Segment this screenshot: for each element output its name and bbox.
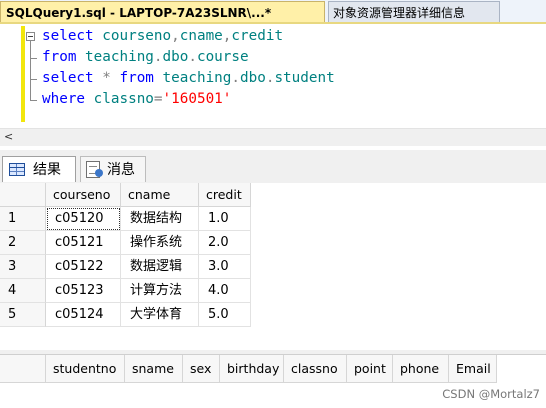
table-cell[interactable]: c05123 <box>46 279 121 303</box>
table-cell[interactable]: c05124 <box>46 303 121 327</box>
code-token: teaching <box>85 49 154 65</box>
code-token: student <box>274 70 335 86</box>
code-token: . <box>231 70 241 86</box>
outline-tick <box>30 100 37 101</box>
tab-messages-label: 消息 <box>107 162 135 178</box>
code-token: classno <box>93 91 154 107</box>
row-header[interactable]: 1 <box>0 207 46 231</box>
code-token: teaching <box>162 70 232 86</box>
table-cell[interactable]: 操作系统 <box>121 231 199 255</box>
column-header-sname[interactable]: sname <box>125 355 183 383</box>
results-grid-icon <box>9 163 25 176</box>
column-header-birthday[interactable]: birthday <box>220 355 284 383</box>
outline-tick <box>30 58 37 59</box>
document-tab-strip: SQLQuery1.sql - LAPTOP-7A23SLNR\...* 对象资… <box>0 0 546 24</box>
column-header-classno[interactable]: classno <box>284 355 347 383</box>
code-token: = <box>153 91 163 107</box>
table-cell[interactable]: 1.0 <box>199 207 251 231</box>
column-header-sex[interactable]: sex <box>183 355 220 383</box>
row-header[interactable]: 3 <box>0 255 46 279</box>
code-line[interactable]: select * from teaching.dbo.student <box>42 68 335 89</box>
column-header-cname[interactable]: cname <box>121 183 199 207</box>
row-header[interactable]: 4 <box>0 279 46 303</box>
collapse-icon[interactable] <box>26 32 35 41</box>
table-cell[interactable]: 计算方法 <box>121 279 199 303</box>
code-token: dbo <box>162 49 189 65</box>
code-token: * <box>102 70 120 86</box>
code-token: where <box>42 91 94 107</box>
code-token: '160501' <box>162 91 232 107</box>
column-header-point[interactable]: point <box>347 355 393 383</box>
code-token: dbo <box>240 70 266 86</box>
results-grid-1[interactable]: courseno cname credit 1 c05120 数据结构 1.0 … <box>0 183 546 350</box>
grid-corner[interactable] <box>0 183 46 207</box>
messages-info-icon <box>95 169 103 177</box>
code-token: credit <box>231 28 284 44</box>
code-line[interactable]: select courseno,cname,credit <box>42 26 283 47</box>
editor-horizontal-scrollbar[interactable]: < <box>0 128 546 146</box>
code-line[interactable]: where classno='160501' <box>42 89 231 110</box>
code-token: course <box>196 49 249 65</box>
table-cell[interactable]: 数据结构 <box>121 207 199 231</box>
tab-sqlquery1[interactable]: SQLQuery1.sql - LAPTOP-7A23SLNR\...* <box>0 1 325 23</box>
column-header-email[interactable]: Email <box>449 355 497 383</box>
table-cell[interactable]: 5.0 <box>199 303 251 327</box>
code-token: , <box>171 28 180 44</box>
row-header[interactable]: 5 <box>0 303 46 327</box>
scroll-left-arrow[interactable]: < <box>4 130 13 143</box>
table-cell[interactable]: 数据逻辑 <box>121 255 199 279</box>
watermark: CSDN @Mortalz7 <box>442 387 540 401</box>
outline-line <box>30 41 31 101</box>
tab-object-explorer-details[interactable]: 对象资源管理器详细信息 <box>328 1 500 23</box>
code-line[interactable]: from teaching.dbo.course <box>42 47 249 68</box>
table-cell[interactable]: c05122 <box>46 255 121 279</box>
column-header-courseno[interactable]: courseno <box>46 183 121 207</box>
outline-tick <box>30 79 37 80</box>
table-cell[interactable]: 大学体育 <box>121 303 199 327</box>
column-header-phone[interactable]: phone <box>393 355 449 383</box>
code-token: . <box>153 49 163 65</box>
table-cell[interactable]: 2.0 <box>199 231 251 255</box>
tab-results[interactable]: 结果 <box>2 156 76 182</box>
column-header-credit[interactable]: credit <box>199 183 251 207</box>
code-token: from <box>42 49 86 65</box>
code-token: cname <box>179 28 223 44</box>
code-token: select <box>42 28 103 44</box>
grid-corner[interactable] <box>0 355 46 383</box>
table-cell[interactable]: c05121 <box>46 231 121 255</box>
column-header-studentno[interactable]: studentno <box>46 355 125 383</box>
table-cell[interactable]: 3.0 <box>199 255 251 279</box>
code-token: from <box>119 70 163 86</box>
tab-results-label: 结果 <box>33 162 61 178</box>
code-token: . <box>188 49 197 65</box>
results-tab-strip: 结果 消息 <box>0 150 546 183</box>
query-editor[interactable]: select courseno,cname,credit from teachin… <box>0 24 546 128</box>
tab-messages[interactable]: 消息 <box>80 156 146 182</box>
row-header[interactable]: 2 <box>0 231 46 255</box>
table-cell[interactable]: c05120 <box>46 207 121 231</box>
code-token: courseno <box>102 28 172 44</box>
change-tracking-margin <box>21 26 25 122</box>
code-token: select <box>42 70 103 86</box>
table-cell[interactable]: 4.0 <box>199 279 251 303</box>
